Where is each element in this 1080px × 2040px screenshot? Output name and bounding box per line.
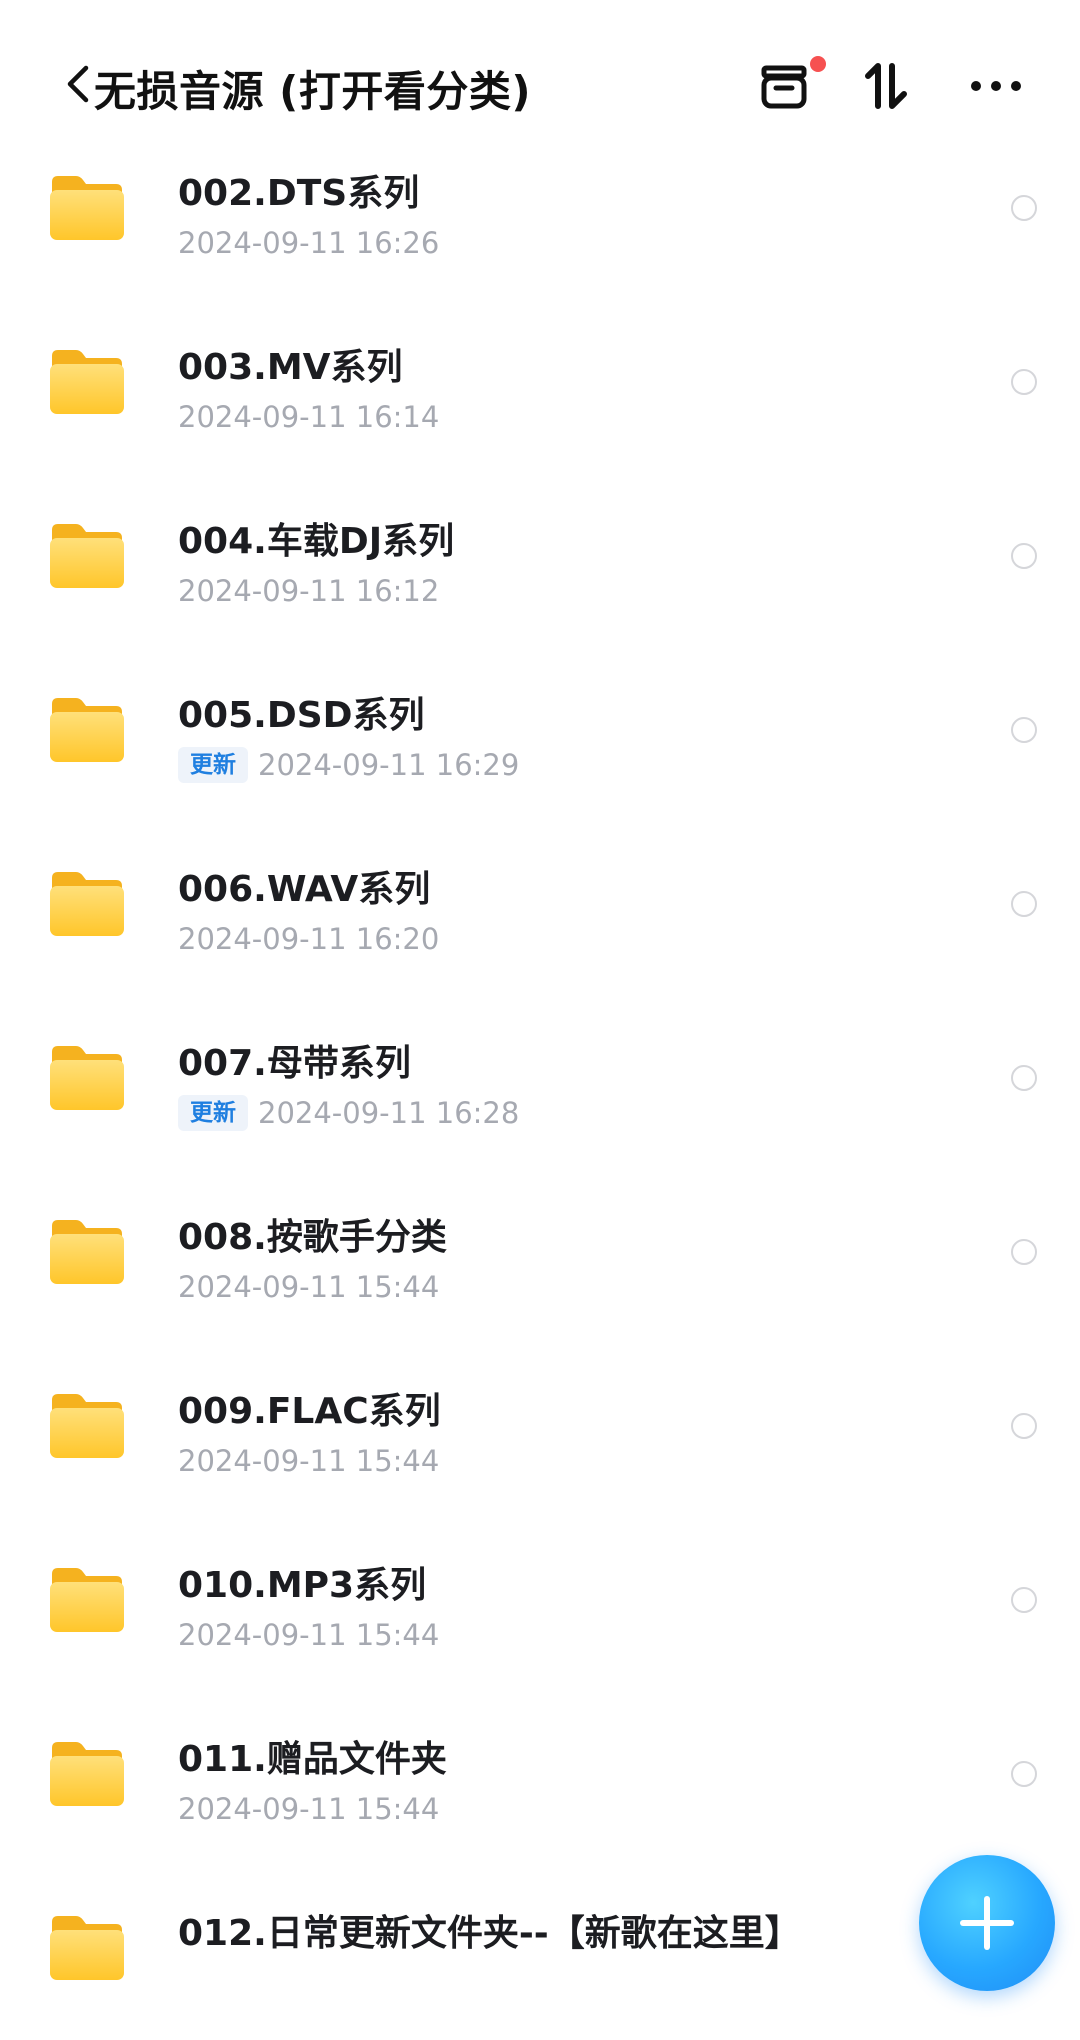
update-badge: 更新: [178, 747, 248, 783]
folder-name: 006.WAV系列: [178, 869, 431, 910]
folder-row[interactable]: 007.母带系列 更新 2024-09-11 16:28: [0, 996, 1080, 1170]
folder-name: 008.按歌手分类: [178, 1217, 447, 1258]
folder-meta: 2024-09-11 16:12: [178, 571, 439, 611]
folder-icon: [50, 1394, 124, 1458]
folder-row[interactable]: 002.DTS系列 2024-09-11 16:26: [0, 126, 1080, 300]
select-checkbox[interactable]: [1011, 195, 1037, 221]
modified-date: 2024-09-11 16:14: [178, 400, 440, 434]
folder-row[interactable]: 012.日常更新文件夹--【新歌在这里】: [0, 1866, 1080, 2040]
select-checkbox[interactable]: [1011, 1413, 1037, 1439]
folder-row[interactable]: 004.车载DJ系列 2024-09-11 16:12: [0, 474, 1080, 648]
page-title: 无损音源 (打开看分类): [94, 67, 532, 116]
sort-icon: [865, 63, 907, 109]
add-button[interactable]: [919, 1855, 1055, 1991]
folder-icon: [50, 1220, 124, 1284]
modified-date: 2024-09-11 15:44: [178, 1270, 440, 1304]
folder-name: 011.赠品文件夹: [178, 1739, 447, 1780]
folder-icon: [50, 1916, 124, 1980]
folder-name: 010.MP3系列: [178, 1565, 427, 1606]
modified-date: 2024-09-11 15:44: [178, 1618, 440, 1652]
modified-date: 2024-09-11 15:44: [178, 1444, 440, 1478]
folder-row[interactable]: 011.赠品文件夹 2024-09-11 15:44: [0, 1692, 1080, 1866]
folder-row[interactable]: 010.MP3系列 2024-09-11 15:44: [0, 1518, 1080, 1692]
folder-row[interactable]: 009.FLAC系列 2024-09-11 15:44: [0, 1344, 1080, 1518]
folder-icon: [50, 872, 124, 936]
select-checkbox[interactable]: [1011, 891, 1037, 917]
more-button[interactable]: [968, 54, 1028, 118]
select-checkbox[interactable]: [1011, 369, 1037, 395]
folder-meta: 更新 2024-09-11 16:28: [178, 1093, 519, 1133]
back-icon: [67, 65, 89, 103]
folder-name: 005.DSD系列: [178, 695, 425, 736]
select-checkbox[interactable]: [1011, 1761, 1037, 1787]
folder-icon: [50, 524, 124, 588]
folder-name: 003.MV系列: [178, 347, 403, 388]
folder-meta: 更新 2024-09-11 16:29: [178, 745, 519, 785]
folder-name: 004.车载DJ系列: [178, 521, 455, 562]
folder-meta: 2024-09-11 15:44: [178, 1789, 439, 1829]
folder-icon: [50, 176, 124, 240]
select-checkbox[interactable]: [1011, 717, 1037, 743]
folder-row[interactable]: 008.按歌手分类 2024-09-11 15:44: [0, 1170, 1080, 1344]
folder-meta: 2024-09-11 16:14: [178, 397, 439, 437]
sort-button[interactable]: [862, 54, 922, 118]
modified-date: 2024-09-11 16:20: [178, 922, 440, 956]
folder-icon: [50, 698, 124, 762]
select-checkbox[interactable]: [1011, 1065, 1037, 1091]
modified-date: 2024-09-11 15:44: [178, 1792, 440, 1826]
plus-icon: [960, 1896, 1014, 1950]
folder-name: 007.母带系列: [178, 1043, 411, 1084]
folder-meta: 2024-09-11 16:20: [178, 919, 439, 959]
folder-row[interactable]: 003.MV系列 2024-09-11 16:14: [0, 300, 1080, 474]
select-checkbox[interactable]: [1011, 1239, 1037, 1265]
folder-row[interactable]: 006.WAV系列 2024-09-11 16:20: [0, 822, 1080, 996]
modified-date: 2024-09-11 16:29: [258, 748, 520, 782]
folder-name: 009.FLAC系列: [178, 1391, 441, 1432]
modified-date: 2024-09-11 16:26: [178, 226, 440, 260]
modified-date: 2024-09-11 16:12: [178, 574, 440, 608]
folder-icon: [50, 1742, 124, 1806]
folder-meta: 2024-09-11 15:44: [178, 1267, 439, 1307]
more-icon: [971, 81, 1021, 91]
folder-name: 012.日常更新文件夹--【新歌在这里】: [178, 1913, 801, 1954]
notification-dot: [810, 56, 826, 72]
folder-list: 002.DTS系列 2024-09-11 16:26 003.MV系列 2024…: [0, 126, 1080, 2040]
folder-icon: [50, 350, 124, 414]
folder-meta: 2024-09-11 16:26: [178, 223, 439, 263]
folder-row[interactable]: 005.DSD系列 更新 2024-09-11 16:29: [0, 648, 1080, 822]
folder-icon: [50, 1046, 124, 1110]
folder-name: 002.DTS系列: [178, 173, 420, 214]
select-checkbox[interactable]: [1011, 543, 1037, 569]
select-checkbox[interactable]: [1011, 1587, 1037, 1613]
folder-icon: [50, 1568, 124, 1632]
inbox-button[interactable]: [756, 54, 826, 118]
update-badge: 更新: [178, 1095, 248, 1131]
modified-date: 2024-09-11 16:28: [258, 1096, 520, 1130]
folder-meta: 2024-09-11 15:44: [178, 1441, 439, 1481]
folder-meta: 2024-09-11 15:44: [178, 1615, 439, 1655]
